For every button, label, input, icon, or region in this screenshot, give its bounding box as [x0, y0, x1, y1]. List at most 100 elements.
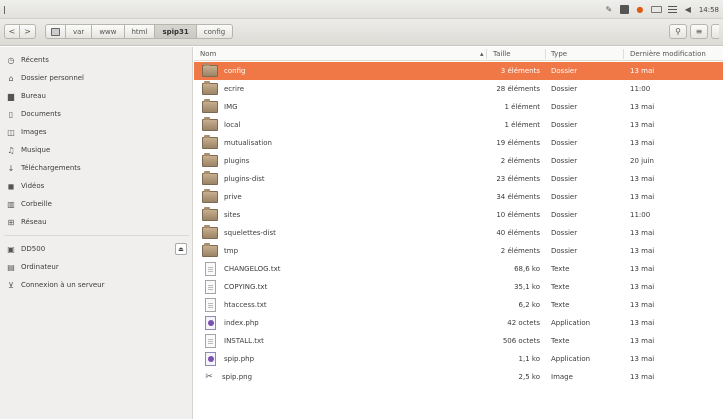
back-button[interactable]: <	[4, 24, 20, 39]
sidebar-item-images[interactable]: ◫ Images	[0, 123, 193, 141]
file-size: 2,5 ko	[518, 373, 540, 381]
network-icon[interactable]	[667, 5, 677, 14]
sidebar-item-trash[interactable]: ▥ Corbeille	[0, 195, 193, 213]
sidebar-item-downloads[interactable]: ↓ Téléchargements	[0, 159, 193, 177]
column-header-size[interactable]: Taille	[493, 47, 553, 61]
download-icon: ↓	[7, 163, 15, 173]
sidebar-item-connect-server[interactable]: ⊻ Connexion à un serveur	[0, 276, 193, 294]
sidebar-item-network[interactable]: ⊞ Réseau	[0, 213, 193, 231]
file-row[interactable]: ✂ spip.png 2,5 ko Image 13 mai	[194, 368, 723, 386]
file-name: sites	[224, 211, 241, 219]
file-name: CHANGELOG.txt	[224, 265, 281, 273]
file-name-cell: sites	[202, 206, 240, 224]
system-tray: ✎ ● ◀ 14:58	[604, 3, 723, 16]
column-divider	[486, 49, 487, 59]
file-row[interactable]: squelettes-dist 40 éléments Dossier 13 mai	[194, 224, 723, 242]
breadcrumb-spip31[interactable]: spip31	[155, 24, 197, 39]
column-header-row: Nom ▴ Taille Type Dernière modification	[194, 47, 723, 61]
column-header-name-label: Nom	[200, 50, 217, 58]
breadcrumb-www[interactable]: www	[92, 24, 125, 39]
file-modified: 13 mai	[630, 175, 655, 183]
home-icon: ⌂	[8, 73, 14, 83]
file-size: 1 élément	[504, 103, 540, 111]
breadcrumb-var[interactable]: var	[66, 24, 93, 39]
text-file-icon	[205, 280, 216, 294]
volume-icon[interactable]: ◀	[683, 5, 693, 15]
file-size: 23 éléments	[496, 175, 540, 183]
sidebar-item-dd500[interactable]: ▣ DD500 ⏏	[0, 240, 193, 258]
file-name-cell: tmp	[202, 242, 238, 260]
file-size: 2 éléments	[500, 157, 540, 165]
file-row[interactable]: IMG 1 élément Dossier 13 mai	[194, 98, 723, 116]
file-row[interactable]: sites 10 éléments Dossier 11:00	[194, 206, 723, 224]
sidebar-item-documents[interactable]: ▯ Documents	[0, 105, 193, 123]
file-row[interactable]: CHANGELOG.txt 68,6 ko Texte 13 mai	[194, 260, 723, 278]
folder-icon	[202, 135, 218, 149]
file-type: Texte	[551, 283, 570, 291]
file-type: Dossier	[551, 175, 578, 183]
file-row[interactable]: config 3 éléments Dossier 13 mai	[194, 62, 723, 80]
file-modified: 13 mai	[630, 283, 655, 291]
file-row[interactable]: ecrire 28 éléments Dossier 11:00	[194, 80, 723, 98]
file-row[interactable]: spip.php 1,1 ko Application 13 mai	[194, 350, 723, 368]
file-type: Dossier	[551, 229, 578, 237]
toolbar-right-buttons: ⚲ ≡	[666, 24, 719, 39]
file-name: squelettes-dist	[224, 229, 276, 237]
file-modified: 13 mai	[630, 229, 655, 237]
ubuntuone-icon[interactable]: ●	[635, 5, 645, 15]
sidebar-item-label: DD500	[21, 245, 46, 253]
file-size: 10 éléments	[496, 211, 540, 219]
sidebar-item-music[interactable]: ♫ Musique	[0, 141, 193, 159]
file-name: plugins	[224, 157, 250, 165]
documents-icon: ▯	[8, 109, 14, 119]
file-row[interactable]: mutualisation 19 éléments Dossier 13 mai	[194, 134, 723, 152]
menu-button[interactable]	[711, 24, 719, 39]
search-button[interactable]: ⚲	[669, 24, 687, 39]
breadcrumb-html[interactable]: html	[124, 24, 156, 39]
sidebar-item-home[interactable]: ⌂ Dossier personnel	[0, 69, 193, 87]
file-name: local	[224, 121, 241, 129]
file-type: Dossier	[551, 103, 578, 111]
file-name-cell: CHANGELOG.txt	[202, 260, 280, 278]
eject-icon[interactable]: ⏏	[175, 243, 187, 255]
file-modified: 13 mai	[630, 355, 655, 363]
column-header-modified[interactable]: Dernière modification	[630, 47, 723, 61]
file-size: 506 octets	[502, 337, 540, 345]
column-header-type[interactable]: Type	[551, 47, 621, 61]
sidebar-item-desktop[interactable]: ▆ Bureau	[0, 87, 193, 105]
sidebar-item-computer[interactable]: ▤ Ordinateur	[0, 258, 193, 276]
screenshot-icon[interactable]: ✎	[604, 5, 614, 15]
sidebar-item-videos[interactable]: ◼ Vidéos	[0, 177, 193, 195]
mail-icon[interactable]	[650, 6, 662, 13]
sidebar-item-recents[interactable]: ◷ Récents	[0, 51, 193, 69]
view-button[interactable]: ≡	[690, 24, 708, 39]
column-header-name[interactable]: Nom	[200, 47, 490, 61]
breadcrumb-root-drive[interactable]	[45, 24, 66, 39]
file-type: Dossier	[551, 211, 578, 219]
file-name: INSTALL.txt	[224, 337, 264, 345]
file-row[interactable]: COPYING.txt 35,1 ko Texte 13 mai	[194, 278, 723, 296]
file-row[interactable]: INSTALL.txt 506 octets Texte 13 mai	[194, 332, 723, 350]
file-row[interactable]: prive 34 éléments Dossier 13 mai	[194, 188, 723, 206]
file-row[interactable]: plugins 2 éléments Dossier 20 juin	[194, 152, 723, 170]
file-row[interactable]: plugins-dist 23 éléments Dossier 13 mai	[194, 170, 723, 188]
column-header-type-label: Type	[551, 50, 568, 58]
file-size: 1,1 ko	[518, 355, 540, 363]
file-row[interactable]: index.php 42 octets Application 13 mai	[194, 314, 723, 332]
file-size: 34 éléments	[496, 193, 540, 201]
file-name: index.php	[224, 319, 259, 327]
clock[interactable]: 14:58	[699, 6, 719, 14]
forward-button[interactable]: >	[20, 24, 36, 39]
sidebar-item-label: Réseau	[21, 218, 47, 226]
image-icon[interactable]	[619, 5, 629, 14]
file-modified: 13 mai	[630, 373, 655, 381]
folder-icon	[202, 189, 218, 203]
trash-icon: ▥	[7, 199, 15, 209]
file-row[interactable]: tmp 2 éléments Dossier 13 mai	[194, 242, 723, 260]
file-row[interactable]: local 1 élément Dossier 13 mai	[194, 116, 723, 134]
file-size: 19 éléments	[496, 139, 540, 147]
breadcrumb-config[interactable]: config	[196, 24, 234, 39]
file-modified: 13 mai	[630, 103, 655, 111]
file-row[interactable]: htaccess.txt 6,2 ko Texte 13 mai	[194, 296, 723, 314]
file-name-cell: spip.php	[202, 350, 254, 368]
